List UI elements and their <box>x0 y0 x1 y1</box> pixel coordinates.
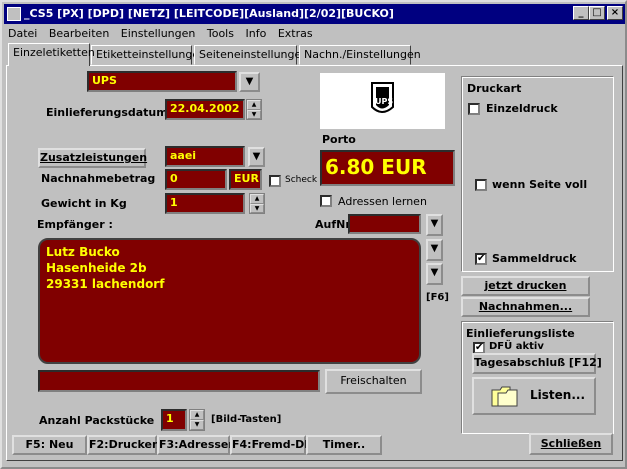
menu-datei[interactable]: Datei <box>4 25 41 42</box>
listen-label: Listen... <box>530 388 585 402</box>
address-line-1: Lutz Bucko <box>46 245 120 259</box>
menu-bar: Datei Bearbeiten Einstellungen Tools Inf… <box>4 25 317 42</box>
carrier-logo: UPS <box>320 73 445 129</box>
einzeldruck-label: Einzeldruck <box>486 102 558 115</box>
porto-label: Porto <box>322 133 356 146</box>
spin-down-icon[interactable]: ▼ <box>190 420 204 430</box>
einzeldruck-checkbox[interactable] <box>468 103 480 115</box>
zusatz-arrow-icon[interactable]: ▼ <box>248 147 265 167</box>
address-f6-arrow-icon[interactable]: ▼ <box>426 263 443 285</box>
nachnahme-label: Nachnahmebetrag <box>41 172 156 185</box>
packstuecke-label: Anzahl Packstücke <box>39 414 155 427</box>
tab-nachn-einstellungen[interactable]: Nachn./Einstellungen <box>299 45 421 65</box>
carrier-select[interactable]: UPS <box>87 71 237 92</box>
bild-tasten-hint: [Bild-Tasten] <box>211 414 282 425</box>
spin-down-icon[interactable]: ▼ <box>247 109 261 119</box>
tab-seiteneinstellungen[interactable]: Seiteneinstellungen <box>194 45 308 65</box>
schliessen-button[interactable]: Schließen <box>529 433 613 455</box>
menu-einstellungen[interactable]: Einstellungen <box>117 25 200 42</box>
main-window: _CS5 [PX] [DPD] [NETZ] [LEITCODE][Auslan… <box>0 0 627 469</box>
zusatz-value[interactable]: aaei <box>165 146 245 167</box>
einlieferungsliste-title: Einlieferungsliste <box>466 327 575 340</box>
aufnr-arrow-icon[interactable]: ▼ <box>426 214 443 236</box>
title-bar: _CS5 [PX] [DPD] [NETZ] [LEITCODE][Auslan… <box>4 4 625 24</box>
scheck-checkbox[interactable] <box>269 175 281 187</box>
spin-down-icon[interactable]: ▼ <box>250 203 264 213</box>
dfue-label: DFÜ aktiv <box>489 341 544 352</box>
spin-up-icon[interactable]: ▲ <box>247 100 261 110</box>
f6-label: [F6] <box>426 292 449 303</box>
seite-voll-checkbox[interactable] <box>475 179 487 191</box>
menu-info[interactable]: Info <box>241 25 270 42</box>
packstuecke-spinner[interactable]: ▲ ▼ <box>189 409 205 431</box>
tab-etiketteinstellungen[interactable]: Etiketteinstellungen <box>91 45 206 65</box>
adressen-lernen-label: Adressen lernen <box>338 195 427 208</box>
f5-neu-button[interactable]: F5: Neu <box>12 435 87 455</box>
seite-voll-label: wenn Seite voll <box>492 178 588 191</box>
tagesabschluss-button[interactable]: Tagesabschluß [F12] <box>472 353 602 374</box>
gewicht-label: Gewicht in Kg <box>41 197 127 210</box>
window-title: _CS5 [PX] [DPD] [NETZ] [LEITCODE][Auslan… <box>24 7 394 20</box>
spin-up-icon[interactable]: ▲ <box>190 410 204 420</box>
gewicht-spinner[interactable]: ▲ ▼ <box>249 193 265 214</box>
carrier-dropdown-icon[interactable]: ▼ <box>239 72 260 92</box>
menu-tools[interactable]: Tools <box>203 25 238 42</box>
f2-drucken-button[interactable]: F2:Drucken <box>87 435 160 455</box>
f4-fremd-db-button[interactable]: F4:Fremd-DB <box>230 435 313 455</box>
minimize-button[interactable]: _ <box>573 6 589 20</box>
packstuecke-input[interactable]: 1 <box>161 409 187 431</box>
freischalten-input[interactable] <box>38 370 320 392</box>
menu-bearbeiten[interactable]: Bearbeiten <box>45 25 113 42</box>
logo-text: UPS <box>375 97 394 106</box>
address-textarea[interactable]: Lutz Bucko Hasenheide 2b 29331 lachendor… <box>38 238 421 364</box>
jetzt-drucken-button[interactable]: jetzt drucken <box>461 276 590 296</box>
spin-up-icon[interactable]: ▲ <box>250 194 264 204</box>
gewicht-input[interactable]: 1 <box>165 193 245 214</box>
aufnr-input[interactable] <box>348 214 421 234</box>
currency-field[interactable]: EUR <box>229 169 262 190</box>
listen-button[interactable]: Listen... <box>472 377 596 415</box>
tab-einzeletiketten[interactable]: Einzeletiketten <box>8 43 95 66</box>
date-spinner[interactable]: ▲ ▼ <box>246 99 262 120</box>
freischalten-button[interactable]: Freischalten <box>325 369 422 394</box>
einlieferung-date-input[interactable]: 22.04.2002 <box>165 99 245 120</box>
zusatzleistungen-button[interactable]: Zusatzleistungen <box>38 148 147 168</box>
sammeldruck-label: Sammeldruck <box>492 252 577 265</box>
druckart-title: Druckart <box>467 82 522 95</box>
menu-extras[interactable]: Extras <box>274 25 317 42</box>
empfaenger-label: Empfänger : <box>37 218 113 231</box>
address-arrow-icon[interactable]: ▼ <box>426 239 443 261</box>
app-icon <box>7 7 21 21</box>
scheck-label: Scheck <box>285 175 318 185</box>
nachnahme-input[interactable]: 0 <box>165 169 227 190</box>
aufnr-label: AufNr <box>315 218 351 231</box>
einlieferung-label: Einlieferungsdatum <box>46 106 168 119</box>
sammeldruck-checkbox[interactable]: ✔ <box>475 253 487 265</box>
maximize-button[interactable]: □ <box>589 6 605 20</box>
folder-icon <box>491 386 518 407</box>
address-line-2: Hasenheide 2b <box>46 261 147 275</box>
porto-value: 6.80 EUR <box>320 150 455 186</box>
timer-button[interactable]: Timer.. <box>306 435 382 455</box>
nachnahmen-button[interactable]: Nachnahmen... <box>461 297 590 317</box>
adressen-lernen-checkbox[interactable] <box>320 195 332 207</box>
f3-adressen-button[interactable]: F3:Adressen <box>157 435 236 455</box>
close-window-button[interactable]: × <box>607 6 623 20</box>
address-line-3: 29331 lachendorf <box>46 277 165 291</box>
